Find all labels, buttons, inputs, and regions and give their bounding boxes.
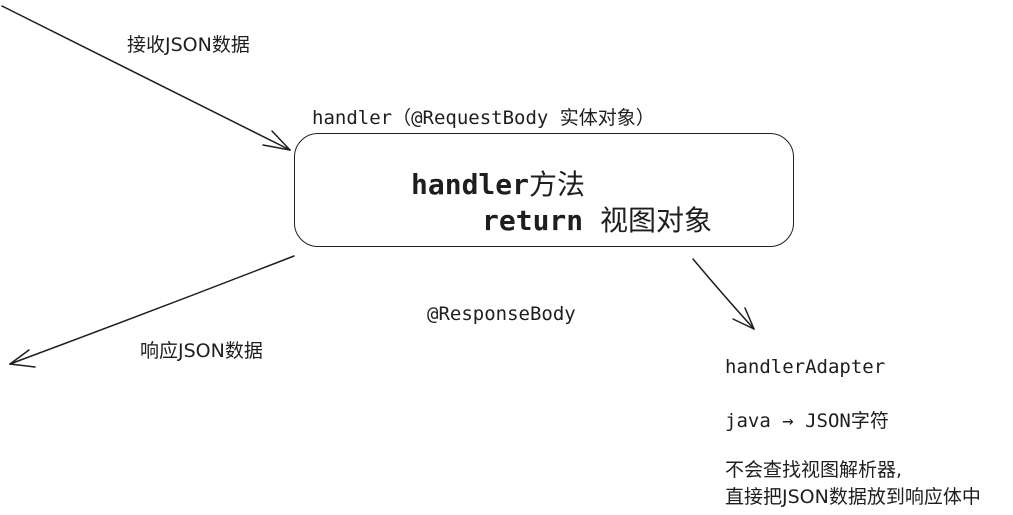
request-body-label: handler（@RequestBody 实体对象） (312, 107, 655, 129)
arrows-layer (1, 5, 755, 368)
return-view-object: return 视图对象 (482, 204, 713, 237)
adapter-arrow (692, 258, 755, 330)
adapter-note-line-2: 直接把JSON数据放到响应体中 (725, 486, 981, 508)
adapter-note-line-1: 不会查找视图解析器, (725, 459, 903, 481)
respond-json-label: 响应JSON数据 (140, 340, 263, 362)
receive-json-label: 接收JSON数据 (127, 34, 250, 56)
receive-arrow (1, 5, 291, 151)
handler-method-title: handler方法 (411, 168, 586, 201)
diagram-canvas: 接收JSON数据 handler（@RequestBody 实体对象） hand… (0, 0, 1013, 515)
java-to-json-label: java → JSON字符 (725, 410, 889, 432)
response-body-label: @ResponseBody (427, 303, 576, 325)
handler-adapter-label: handlerAdapter (725, 356, 886, 378)
